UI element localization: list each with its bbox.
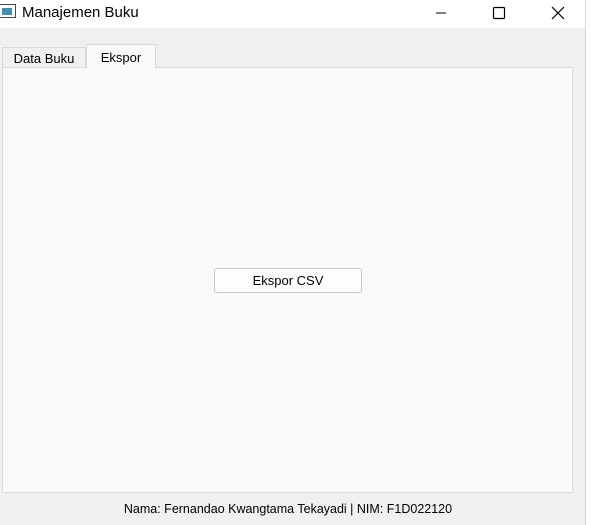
maximize-icon [492,6,506,20]
app-window-icon [0,4,16,18]
tab-label: Data Buku [13,50,75,66]
export-csv-button-label: Ekspor CSV [252,273,324,288]
minimize-button[interactable] [418,0,464,26]
window-title: Manajemen Buku [22,4,139,21]
tab-ekspor[interactable]: Ekspor [86,44,156,69]
student-info-label: Nama: Fernandao Kwangtama Tekayadi | NIM… [123,502,453,516]
tab-data-buku[interactable]: Data Buku [2,47,86,68]
title-bar[interactable]: Manajemen Buku [0,0,585,28]
close-button[interactable] [535,0,581,26]
minimize-icon [436,12,446,14]
close-icon [551,6,565,20]
maximize-button[interactable] [476,0,522,26]
app-window: Manajemen Buku Data Buku Ekspor Ekspor C… [0,0,586,525]
ekspor-tab-pane: Ekspor CSV [2,67,573,493]
export-csv-button[interactable]: Ekspor CSV [214,268,362,293]
tab-label: Ekspor [100,49,142,65]
